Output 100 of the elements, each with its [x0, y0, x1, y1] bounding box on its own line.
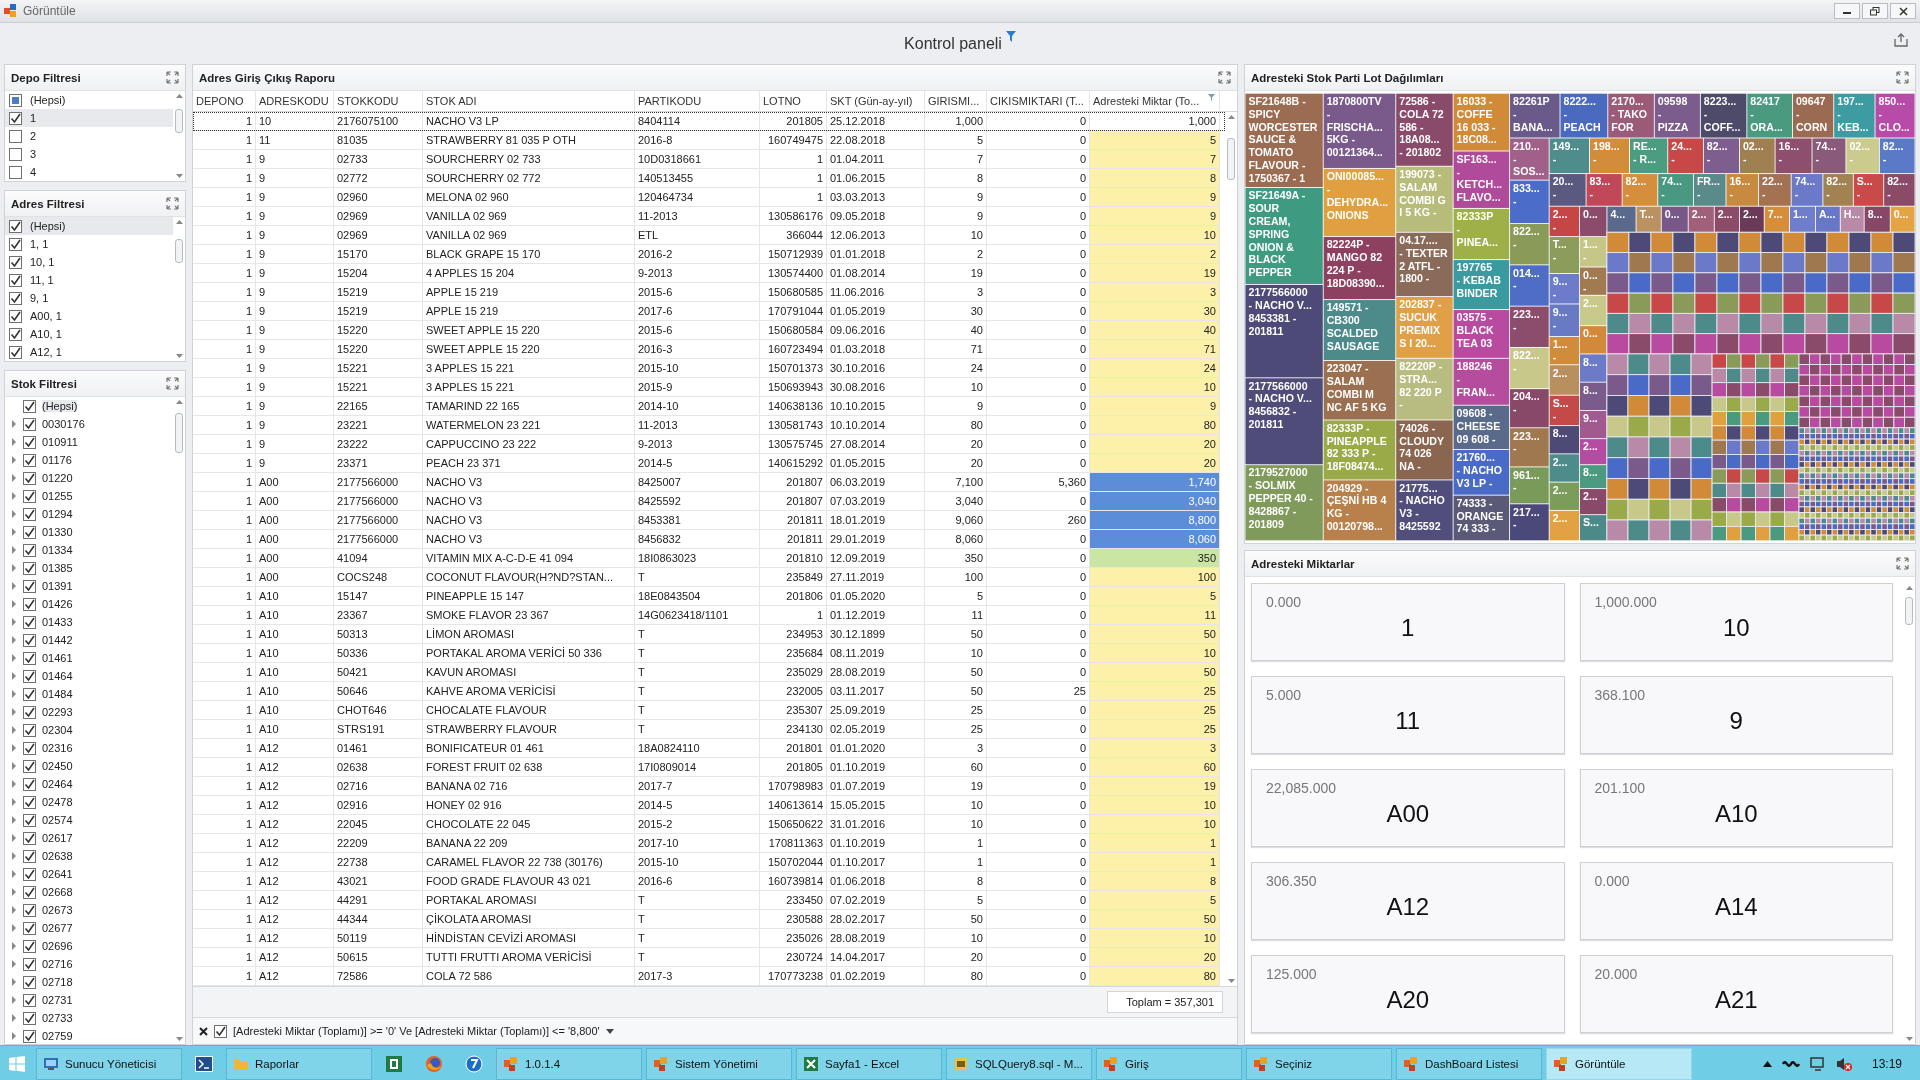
close-icon[interactable]	[199, 1026, 208, 1036]
list-item[interactable]: 1, 1	[5, 235, 173, 253]
taskbar-button[interactable]: Seçiniz	[1246, 1047, 1392, 1080]
table-row[interactable]: 1 A12 44291 PORTAKAL AROMASI T 233450 07.02.2019 5 0 5	[193, 891, 1225, 910]
browser-icon[interactable]	[425, 1054, 443, 1073]
tree-item[interactable]: 01176	[5, 451, 173, 469]
treemap-tile[interactable]: 82224P - MANGO 82 224 P - 18D08390...	[1323, 237, 1396, 300]
treemap-tile[interactable]: 2...	[1688, 206, 1714, 232]
checkbox[interactable]	[23, 651, 36, 665]
treemap-tile[interactable]: 2...	[1580, 439, 1607, 465]
table-row[interactable]: 1 9 15170 BLACK GRAPE 15 170 2016-2 150712939 01.01.2018 2 0 2	[193, 245, 1225, 264]
treemap-tile[interactable]: 82... -	[1879, 138, 1915, 174]
treemap-tile[interactable]: 204... -	[1510, 389, 1549, 428]
scroll-up-icon[interactable]	[1904, 585, 1914, 591]
list-item[interactable]: 2	[5, 127, 173, 145]
checkbox[interactable]	[23, 813, 36, 827]
list-item[interactable]: A00, 1	[5, 307, 173, 325]
scroll-down-icon[interactable]	[174, 1036, 184, 1042]
checkbox[interactable]	[23, 885, 36, 899]
tree-item[interactable]: 02641	[5, 865, 173, 883]
table-row[interactable]: 1 A12 02716 BANANA 02 716 2017-7 170798983 01.07.2019 19 0 19	[193, 777, 1225, 796]
scroll-down-icon[interactable]	[174, 173, 184, 179]
checkbox[interactable]	[23, 849, 36, 863]
scroll-down-icon[interactable]	[1226, 978, 1236, 984]
tree-item[interactable]: 01220	[5, 469, 173, 487]
treemap-tile[interactable]: 2... -	[1549, 206, 1580, 237]
spreadsheet-icon[interactable]	[385, 1054, 403, 1073]
column-header[interactable]: PARTIKODU	[635, 91, 760, 111]
table-row[interactable]: 1 9 15219 APPLE 15 219 2015-6 150680585 11.06.2016 3 0 3	[193, 283, 1225, 302]
filter-expression[interactable]: [Adresteki Miktar (Toplamı)] >= '0' Ve [Adresteki Miktar (Toplamı)] <= '8,800'	[233, 1025, 600, 1037]
checkbox[interactable]	[23, 1011, 36, 1025]
tree-item[interactable]: 02733	[5, 1009, 173, 1027]
list-item[interactable]: 9, 1	[5, 289, 173, 307]
treemap-tile[interactable]: 16... -	[1775, 138, 1812, 174]
tree-item[interactable]: 02638	[5, 847, 173, 865]
scrollbar[interactable]	[173, 397, 185, 1044]
treemap-tile[interactable]: 0...	[1580, 206, 1607, 237]
expand-arrow-icon[interactable]	[11, 888, 17, 896]
scrollbar[interactable]	[173, 91, 185, 181]
expand-arrow-icon[interactable]	[11, 942, 17, 950]
expand-arrow-icon[interactable]	[11, 924, 17, 932]
checkbox[interactable]	[23, 453, 36, 467]
tree-item[interactable]: 01294	[5, 505, 173, 523]
checkbox[interactable]	[23, 867, 36, 881]
table-row[interactable]: 1 9 15219 APPLE 15 219 2017-6 170791044 01.05.2019 30 0 30	[193, 302, 1225, 321]
column-header[interactable]: DEPONO	[193, 91, 256, 111]
treemap-tile[interactable]: 22... -	[1759, 174, 1791, 206]
expand-icon[interactable]	[166, 197, 179, 210]
checkbox[interactable]	[9, 345, 22, 359]
checkbox[interactable]	[23, 741, 36, 755]
scrollbar-thumb[interactable]	[175, 239, 183, 263]
treemap-tile[interactable]: SF21648B - SPICY WORCESTER SAUCE & TOMATO FLAVOUR - 1750367 - 1	[1245, 93, 1323, 188]
table-row[interactable]: 1 9 15204 4 APPLES 15 204 9-2013 130574400 01.08.2014 19 0 19	[193, 264, 1225, 283]
tree-item[interactable]: 01330	[5, 523, 173, 541]
treemap-tile[interactable]: S...	[1580, 515, 1607, 541]
scrollbar-thumb[interactable]	[175, 109, 183, 133]
treemap-tile[interactable]: A...	[1815, 206, 1840, 232]
taskbar-button[interactable]: Giriş	[1096, 1047, 1242, 1080]
taskbar-button[interactable]: SQLQuery8.sql - M...	[946, 1047, 1092, 1080]
checkbox[interactable]	[9, 255, 22, 269]
checkbox[interactable]	[23, 795, 36, 809]
treemap-tile[interactable]: 1...	[1789, 206, 1816, 232]
scrollbar[interactable]	[1225, 112, 1237, 986]
expand-arrow-icon[interactable]	[11, 996, 17, 1004]
list-item[interactable]: A10, 1	[5, 325, 173, 343]
expand-arrow-icon[interactable]	[11, 582, 17, 590]
expand-arrow-icon[interactable]	[11, 474, 17, 482]
expand-arrow-icon[interactable]	[11, 852, 17, 860]
treemap-tile[interactable]: 09598 - PIZZA	[1654, 93, 1700, 138]
treemap-tile[interactable]: 2...	[1549, 454, 1580, 482]
checkbox[interactable]	[9, 129, 22, 143]
tree-item[interactable]: 02718	[5, 973, 173, 991]
tree-item[interactable]: 01334	[5, 541, 173, 559]
table-row[interactable]: 1 A10 50421 KAVUN AROMASI T 235029 28.08.2019 50 0 50	[193, 663, 1225, 682]
restore-button[interactable]	[1862, 3, 1888, 19]
checkbox[interactable]	[23, 939, 36, 953]
checkbox[interactable]	[23, 579, 36, 593]
treemap-tile[interactable]: 8...	[1580, 382, 1607, 410]
column-header[interactable]: SKT (Gün-ay-yıl)	[827, 91, 925, 111]
scrollbar-thumb[interactable]	[175, 413, 183, 453]
muted-speaker-icon[interactable]	[1835, 1055, 1852, 1072]
filter-icon[interactable]	[1208, 94, 1215, 101]
table-row[interactable]: 1 A12 22045 CHOCOLATE 22 045 2015-2 150650622 31.01.2016 10 0 10	[193, 815, 1225, 834]
treemap-tile[interactable]: 03575 - BLACK TEA 03	[1453, 310, 1510, 358]
checkbox[interactable]	[9, 147, 22, 161]
expand-arrow-icon[interactable]	[11, 762, 17, 770]
treemap-tile[interactable]: 149... -	[1549, 138, 1590, 174]
scroll-up-icon[interactable]	[1226, 114, 1236, 120]
column-header[interactable]: STOKKODU	[334, 91, 423, 111]
checkbox[interactable]	[9, 237, 22, 251]
taskbar-button[interactable]: Sistem Yönetimi	[646, 1047, 792, 1080]
expand-arrow-icon[interactable]	[11, 528, 17, 536]
treemap-tile[interactable]: 0...	[1661, 206, 1688, 232]
treemap-tile[interactable]: 82... -	[1823, 174, 1853, 206]
tree-item[interactable]: 010911	[5, 433, 173, 451]
treemap-tile[interactable]: 014... -	[1510, 265, 1549, 306]
taskbar-button[interactable]: Sunucu Yöneticisi	[36, 1047, 182, 1080]
treemap-tile[interactable]: SF163... - KETCH... FLAVO...	[1453, 151, 1510, 208]
scrollbar-thumb[interactable]	[1905, 597, 1913, 625]
dropdown-arrow-icon[interactable]	[605, 1028, 614, 1034]
